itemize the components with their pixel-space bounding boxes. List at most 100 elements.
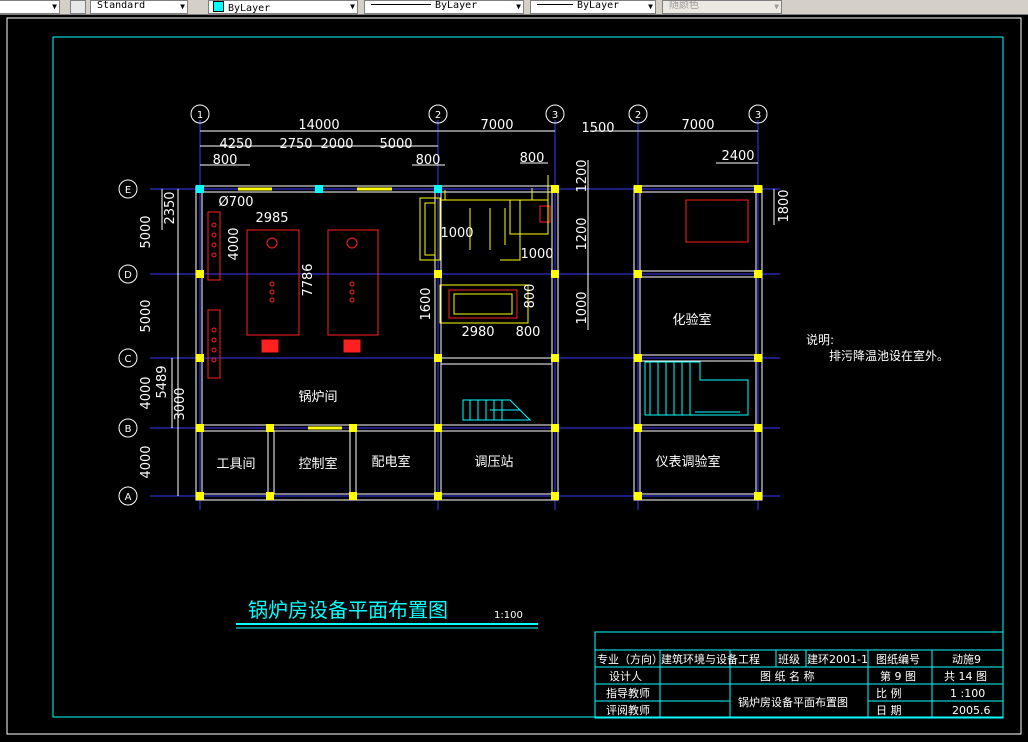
drawing-title: 锅炉房设备平面布置图 <box>248 598 448 622</box>
svg-text:7000: 7000 <box>681 118 714 133</box>
svg-text:2985: 2985 <box>255 211 288 226</box>
svg-text:2000: 2000 <box>320 137 353 152</box>
svg-text:800: 800 <box>516 325 541 340</box>
svg-text:2: 2 <box>635 110 641 121</box>
svg-text:3000: 3000 <box>173 387 188 420</box>
svg-text:2980: 2980 <box>461 325 494 340</box>
properties-toolbar: ▼ Standard ▼ ByLayer ▼ ByLayer ▼ ByLayer ▼ 随… <box>0 0 1028 15</box>
lineweight-value: ByLayer <box>577 0 620 11</box>
svg-text:Ø700: Ø700 <box>218 195 253 210</box>
svg-text:评阅教师: 评阅教师 <box>606 704 650 717</box>
svg-text:A: A <box>125 492 132 503</box>
svg-text:动施9: 动施9 <box>952 653 981 666</box>
svg-text:800: 800 <box>213 153 238 168</box>
chevron-down-icon: ▼ <box>180 2 185 11</box>
svg-text:800: 800 <box>523 284 538 309</box>
svg-text:800: 800 <box>416 153 441 168</box>
svg-text:3: 3 <box>755 110 761 121</box>
stairs <box>462 361 749 421</box>
linetype-dropdown[interactable]: ByLayer ▼ <box>364 0 524 14</box>
svg-text:1200: 1200 <box>575 217 590 250</box>
svg-text:7000: 7000 <box>480 118 513 133</box>
svg-text:1: 1 <box>197 110 203 121</box>
svg-text:1 :100: 1 :100 <box>950 687 985 700</box>
svg-text:4000: 4000 <box>139 445 154 478</box>
svg-text:2005.6: 2005.6 <box>952 704 991 717</box>
svg-text:4250: 4250 <box>219 137 252 152</box>
chevron-down-icon: ▼ <box>350 2 355 11</box>
note-text: 排污降温池设在室外。 <box>829 348 949 363</box>
room-boiler-hall: 锅炉间 <box>298 389 337 405</box>
svg-text:5489: 5489 <box>155 365 170 398</box>
building-walls <box>195 185 763 501</box>
svg-text:5000: 5000 <box>139 215 154 248</box>
svg-text:D: D <box>124 270 132 281</box>
svg-text:图 纸 名 称: 图 纸 名 称 <box>760 669 815 683</box>
lineweight-dropdown[interactable]: ByLayer ▼ <box>530 0 656 14</box>
svg-text:建环2001-1: 建环2001-1 <box>807 652 868 666</box>
svg-text:3: 3 <box>552 110 558 121</box>
room-tool-room: 工具间 <box>216 457 255 472</box>
svg-text:图纸编号: 图纸编号 <box>876 652 920 666</box>
svg-text:1800: 1800 <box>777 189 792 222</box>
svg-text:4000: 4000 <box>227 227 242 260</box>
layer-dropdown[interactable]: ▼ <box>0 0 60 14</box>
svg-text:7786: 7786 <box>301 263 316 296</box>
svg-text:指导教师: 指导教师 <box>606 686 650 700</box>
text-style-value: Standard <box>97 0 146 11</box>
room-power-room: 配电室 <box>371 454 410 470</box>
svg-text:1200: 1200 <box>575 159 590 192</box>
chevron-down-icon: ▼ <box>648 2 653 11</box>
lineweight-preview <box>537 4 573 5</box>
room-instrument-lab: 仪表调验室 <box>655 454 720 470</box>
svg-text:5000: 5000 <box>379 137 412 152</box>
drawing-area[interactable]: 1 2 3 2 3 E D C B A 14000 7000 7000 4250… <box>0 14 1028 738</box>
svg-text:2: 2 <box>435 110 441 121</box>
svg-text:比 例: 比 例 <box>876 686 902 700</box>
svg-text:1500: 1500 <box>581 121 614 136</box>
plotstyle-value: 随颜色 <box>669 0 700 11</box>
svg-text:2350: 2350 <box>163 191 178 224</box>
axis-labels: 1 2 3 2 3 E D C B A <box>124 110 761 503</box>
svg-text:1000: 1000 <box>575 291 590 324</box>
room-control-room: 控制室 <box>298 456 337 472</box>
color-swatch-icon <box>213 1 224 12</box>
drawing-scale: 1:100 <box>494 610 523 621</box>
linetype-value: ByLayer <box>435 0 478 11</box>
svg-text:日 期: 日 期 <box>876 704 902 717</box>
note-title: 说明: <box>806 332 834 347</box>
svg-text:锅炉房设备平面布置图: 锅炉房设备平面布置图 <box>738 695 848 709</box>
svg-text:2400: 2400 <box>721 149 754 164</box>
dimension-texts: 14000 7000 7000 4250 2750 2000 5000 800 … <box>139 118 792 479</box>
svg-text:4000: 4000 <box>139 376 154 409</box>
svg-text:1600: 1600 <box>419 287 434 320</box>
svg-text:5000: 5000 <box>139 299 154 332</box>
color-value: ByLayer <box>228 3 271 14</box>
boilers <box>207 199 749 379</box>
text-style-dropdown[interactable]: Standard ▼ <box>90 0 188 14</box>
chevron-down-icon: ▼ <box>516 2 521 11</box>
svg-text:E: E <box>125 185 131 196</box>
svg-text:建筑环境与设备工程: 建筑环境与设备工程 <box>661 652 760 666</box>
svg-text:2750: 2750 <box>279 137 312 152</box>
room-laboratory: 化验室 <box>672 312 711 328</box>
plotstyle-dropdown[interactable]: 随颜色 ▼ <box>662 0 782 14</box>
linetype-preview <box>371 4 431 5</box>
svg-text:1000: 1000 <box>440 226 473 241</box>
svg-text:共 14 图: 共 14 图 <box>944 670 987 683</box>
chevron-down-icon: ▼ <box>774 2 779 11</box>
svg-text:1000: 1000 <box>520 247 553 262</box>
color-dropdown[interactable]: ByLayer ▼ <box>208 0 358 14</box>
svg-text:第 9 图: 第 9 图 <box>880 669 916 683</box>
svg-text:800: 800 <box>520 151 545 166</box>
svg-text:14000: 14000 <box>298 118 339 133</box>
svg-text:C: C <box>125 354 132 365</box>
svg-text:专业（方向）: 专业（方向） <box>597 652 663 666</box>
room-regulator-station: 调压站 <box>474 455 513 470</box>
svg-text:B: B <box>125 424 132 435</box>
text-style-manager-icon[interactable] <box>70 0 86 14</box>
columns <box>196 185 762 500</box>
chevron-down-icon: ▼ <box>52 2 57 11</box>
svg-text:班级: 班级 <box>778 653 800 666</box>
svg-text:设计人: 设计人 <box>609 670 642 683</box>
